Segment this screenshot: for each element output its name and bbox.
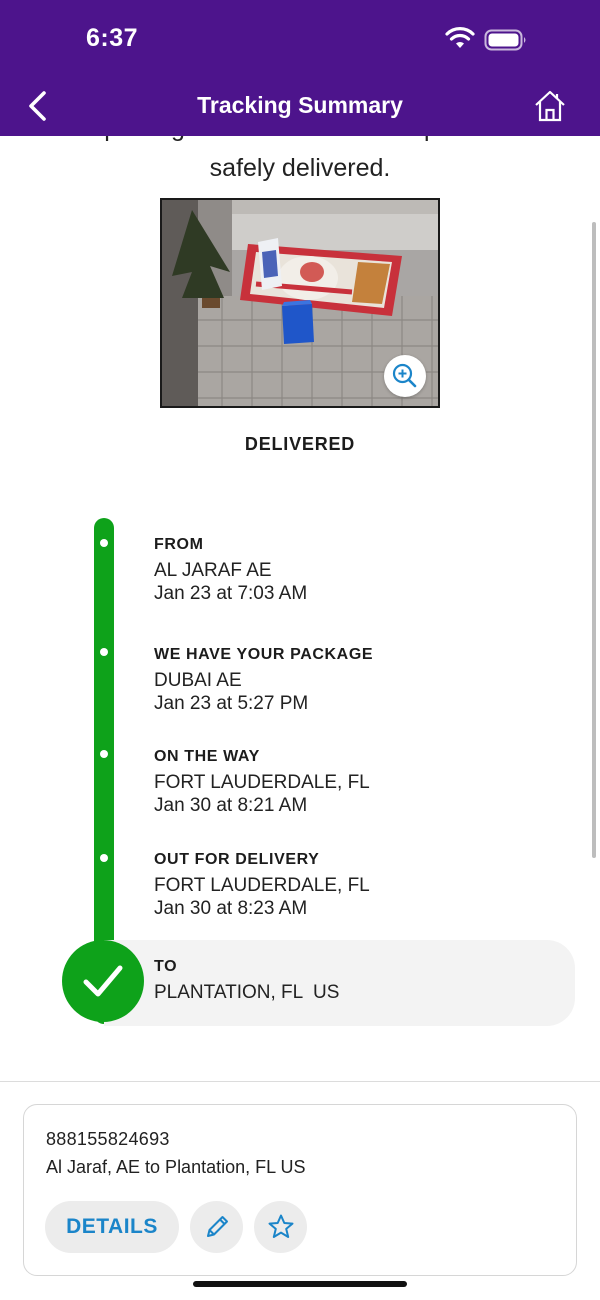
event-title: OUT FOR DELIVERY [154,851,320,868]
event-title: WE HAVE YOUR PACKAGE [154,646,374,663]
event-time: Jan 23 at 5:27 PM [154,693,309,714]
details-button[interactable]: DETAILS [45,1201,179,1253]
shipment-route: Al Jaraf, AE to Plantation, FL US [46,1157,306,1177]
zoom-button[interactable] [384,355,426,397]
event-location: FORT LAUDERDALE, FL [154,772,370,793]
timeline-dot [100,648,108,656]
delivery-status: DELIVERED [244,434,356,454]
delivery-message: Your package was released as requested a… [47,136,553,182]
timeline-event-to: TO PLANTATION, FL US [154,957,574,1004]
timeline-dot [100,539,108,547]
divider [0,1081,600,1082]
page-title: Tracking Summary [197,92,403,118]
timeline-event-from: FROM AL JARAF AE Jan 23 at 7:03 AM [154,535,574,605]
tracking-number: 888155824693 [46,1129,170,1149]
zoom-in-icon [392,363,417,388]
event-title: TO [154,958,178,975]
timeline-dot [100,750,108,758]
timeline-event-out-for-delivery: OUT FOR DELIVERY FORT LAUDERDALE, FL Jan… [154,850,574,920]
tracking-content[interactable]: Your package was released as requested a… [0,136,600,1082]
event-time: Jan 30 at 8:23 AM [154,898,308,919]
pencil-icon [207,1216,228,1237]
checkmark-icon [83,965,123,997]
timeline-dot [100,854,108,862]
shipment-card[interactable]: 888155824693 Al Jaraf, AE to Plantation,… [23,1104,577,1276]
delivered-check [62,940,144,1022]
event-location: AL JARAF AE [154,560,272,581]
status-time: 6:37 [86,24,139,52]
home-icon[interactable] [532,88,568,124]
edit-button[interactable] [190,1201,243,1253]
delivery-photo[interactable] [160,198,440,408]
timeline-event-on-the-way: ON THE WAY FORT LAUDERDALE, FL Jan 30 at… [154,747,574,817]
event-location: DUBAI AE [154,670,242,691]
event-title: FROM [154,536,204,553]
event-location: FORT LAUDERDALE, FL [154,875,370,896]
star-icon [268,1214,294,1238]
event-title: ON THE WAY [154,748,260,765]
home-indicator[interactable] [193,1281,407,1287]
scrollbar[interactable] [592,222,596,858]
favorite-button[interactable] [254,1201,307,1253]
app-header: 6:37 Tracking Summary [0,0,600,136]
timeline-event-picked-up: WE HAVE YOUR PACKAGE DUBAI AE Jan 23 at … [154,645,574,715]
battery-icon [484,29,526,51]
event-location: PLANTATION, FL US [154,982,340,1003]
wifi-icon [445,27,475,48]
event-time: Jan 23 at 7:03 AM [154,583,308,604]
event-time: Jan 30 at 8:21 AM [154,795,308,816]
